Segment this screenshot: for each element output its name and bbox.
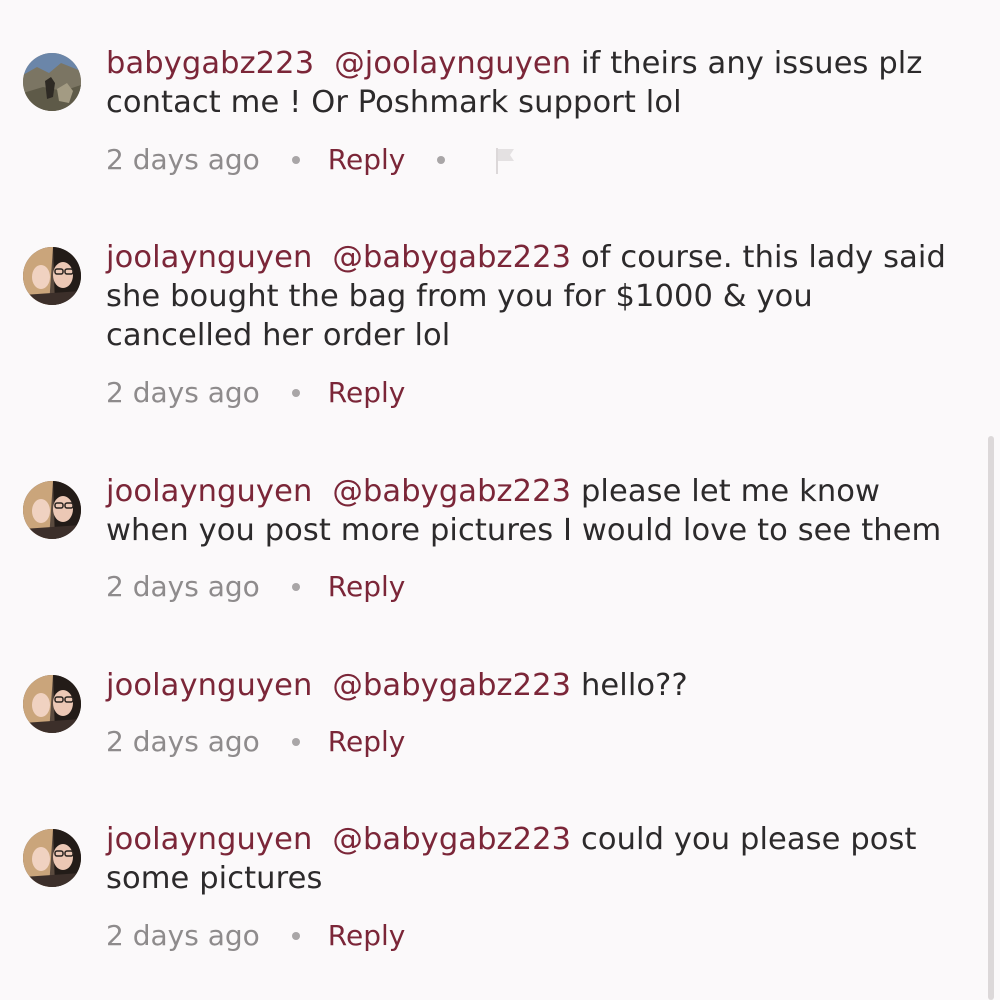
- comment-text: joolaynguyen @babygabz223 please let me k…: [106, 472, 960, 550]
- comment-mention[interactable]: @babygabz223: [332, 822, 571, 857]
- comment-author[interactable]: babygabz223: [106, 46, 314, 81]
- separator-dot: [291, 738, 300, 746]
- comment-meta: 2 days ago Reply: [106, 725, 405, 759]
- comment-text: joolaynguyen @babygabz223 hello??: [106, 666, 960, 705]
- avatar[interactable]: [23, 247, 81, 305]
- separator-dot: [437, 156, 446, 164]
- comment-meta: 2 days ago Reply: [106, 143, 517, 177]
- comment-mention[interactable]: @babygabz223: [332, 474, 571, 509]
- separator-dot: [291, 389, 300, 397]
- separator-dot: [291, 583, 300, 591]
- reply-button[interactable]: Reply: [328, 570, 406, 604]
- comment-timestamp: 2 days ago: [106, 143, 260, 176]
- comment-timestamp: 2 days ago: [106, 725, 260, 758]
- flag-icon[interactable]: [493, 146, 517, 174]
- comment-author[interactable]: joolaynguyen: [106, 240, 312, 275]
- avatar[interactable]: [23, 829, 81, 887]
- separator-dot: [291, 932, 300, 940]
- comment-meta: 2 days ago Reply: [106, 919, 405, 953]
- reply-button[interactable]: Reply: [328, 143, 406, 177]
- comment-author[interactable]: joolaynguyen: [106, 668, 312, 703]
- comment-author[interactable]: joolaynguyen: [106, 474, 312, 509]
- comment-mention[interactable]: @joolaynguyen: [334, 46, 571, 81]
- comment-text: babygabz223 @joolaynguyen if theirs any i…: [106, 44, 960, 122]
- reply-button[interactable]: Reply: [328, 725, 406, 759]
- comment-text: joolaynguyen @babygabz223 of course. this…: [106, 238, 960, 355]
- reply-button[interactable]: Reply: [328, 376, 406, 410]
- avatar[interactable]: [23, 481, 81, 539]
- separator-dot: [291, 156, 300, 164]
- comment-text: joolaynguyen @babygabz223 could you pleas…: [106, 820, 960, 898]
- comment-timestamp: 2 days ago: [106, 570, 260, 603]
- comment-meta: 2 days ago Reply: [106, 376, 405, 410]
- scrollbar[interactable]: [988, 436, 994, 1000]
- avatar[interactable]: [23, 53, 81, 111]
- avatar[interactable]: [23, 675, 81, 733]
- comment-author[interactable]: joolaynguyen: [106, 822, 312, 857]
- comment-meta: 2 days ago Reply: [106, 570, 405, 604]
- reply-button[interactable]: Reply: [328, 919, 406, 953]
- comment-mention[interactable]: @babygabz223: [332, 668, 571, 703]
- comment-timestamp: 2 days ago: [106, 376, 260, 409]
- comment-timestamp: 2 days ago: [106, 919, 260, 952]
- comment-mention[interactable]: @babygabz223: [332, 240, 571, 275]
- comment-body: hello??: [571, 668, 688, 703]
